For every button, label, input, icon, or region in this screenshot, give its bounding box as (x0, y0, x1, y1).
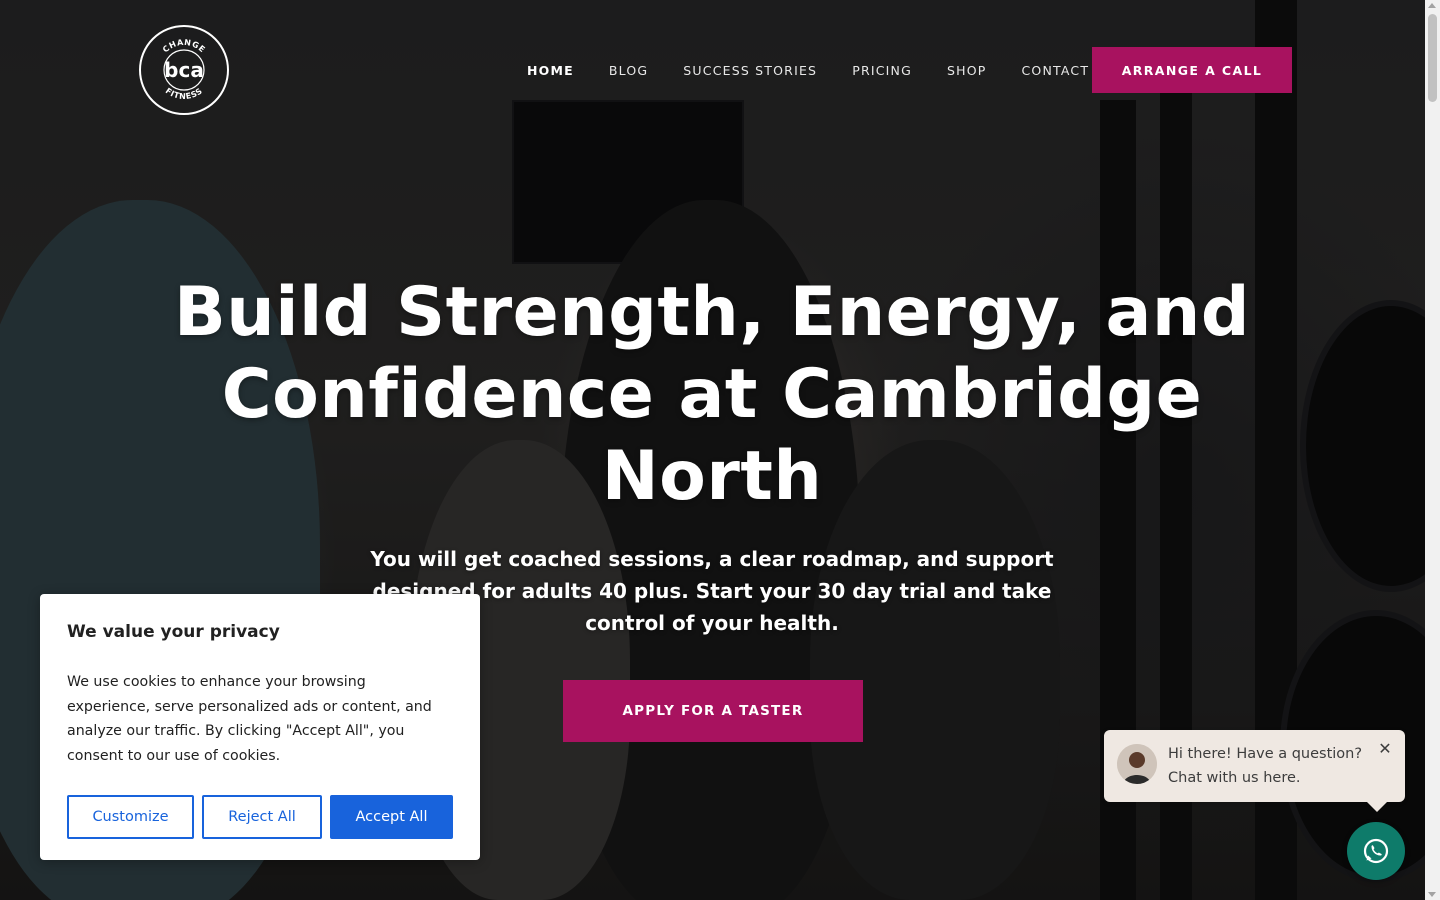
page-scrollbar[interactable] (1425, 0, 1440, 900)
avatar-icon (1117, 744, 1157, 784)
customize-button[interactable]: Customize (67, 795, 194, 839)
scrollbar-thumb[interactable] (1428, 14, 1437, 102)
whatsapp-icon (1363, 838, 1389, 864)
svg-text:FITNESS: FITNESS (164, 86, 205, 101)
chat-agent-avatar (1117, 744, 1157, 784)
reject-all-button[interactable]: Reject All (202, 795, 322, 839)
close-icon[interactable]: ✕ (1378, 741, 1392, 757)
whatsapp-chat-button[interactable] (1347, 822, 1405, 880)
scroll-down-icon[interactable] (1428, 892, 1436, 897)
site-logo[interactable]: CHANGE FITNESS bca (139, 25, 229, 115)
cookie-title: We value your privacy (67, 622, 280, 642)
accept-all-button[interactable]: Accept All (330, 795, 453, 839)
hero-title: Build Strength, Energy, and Confidence a… (173, 273, 1251, 516)
logo-icon: CHANGE FITNESS bca (161, 38, 207, 101)
chat-message: Hi there! Have a question? Chat with us … (1168, 746, 1363, 786)
scroll-up-icon[interactable] (1428, 3, 1436, 8)
cookie-consent-banner: We value your privacy We use cookies to … (40, 594, 480, 860)
chat-popup[interactable]: Hi there! Have a question? Chat with us … (1104, 730, 1405, 812)
nav-item-contact[interactable]: CONTACT (1021, 63, 1089, 78)
nav-item-shop[interactable]: SHOP (947, 63, 987, 78)
svg-text:CHANGE: CHANGE (161, 38, 207, 55)
nav-item-success-stories[interactable]: SUCCESS STORIES (683, 63, 817, 78)
nav-item-pricing[interactable]: PRICING (852, 63, 912, 78)
cookie-text: We use cookies to enhance your browsing … (67, 674, 432, 764)
arrange-call-button[interactable]: ARRANGE A CALL (1092, 47, 1292, 93)
nav-item-home[interactable]: HOME (527, 63, 574, 78)
apply-taster-button[interactable]: APPLY FOR A TASTER (563, 680, 863, 742)
cookie-buttons: Customize Reject All Accept All (67, 795, 453, 839)
svg-text:bca: bca (164, 58, 204, 82)
main-nav: HOME BLOG SUCCESS STORIES PRICING SHOP C… (510, 47, 1089, 93)
nav-item-blog[interactable]: BLOG (609, 63, 648, 78)
